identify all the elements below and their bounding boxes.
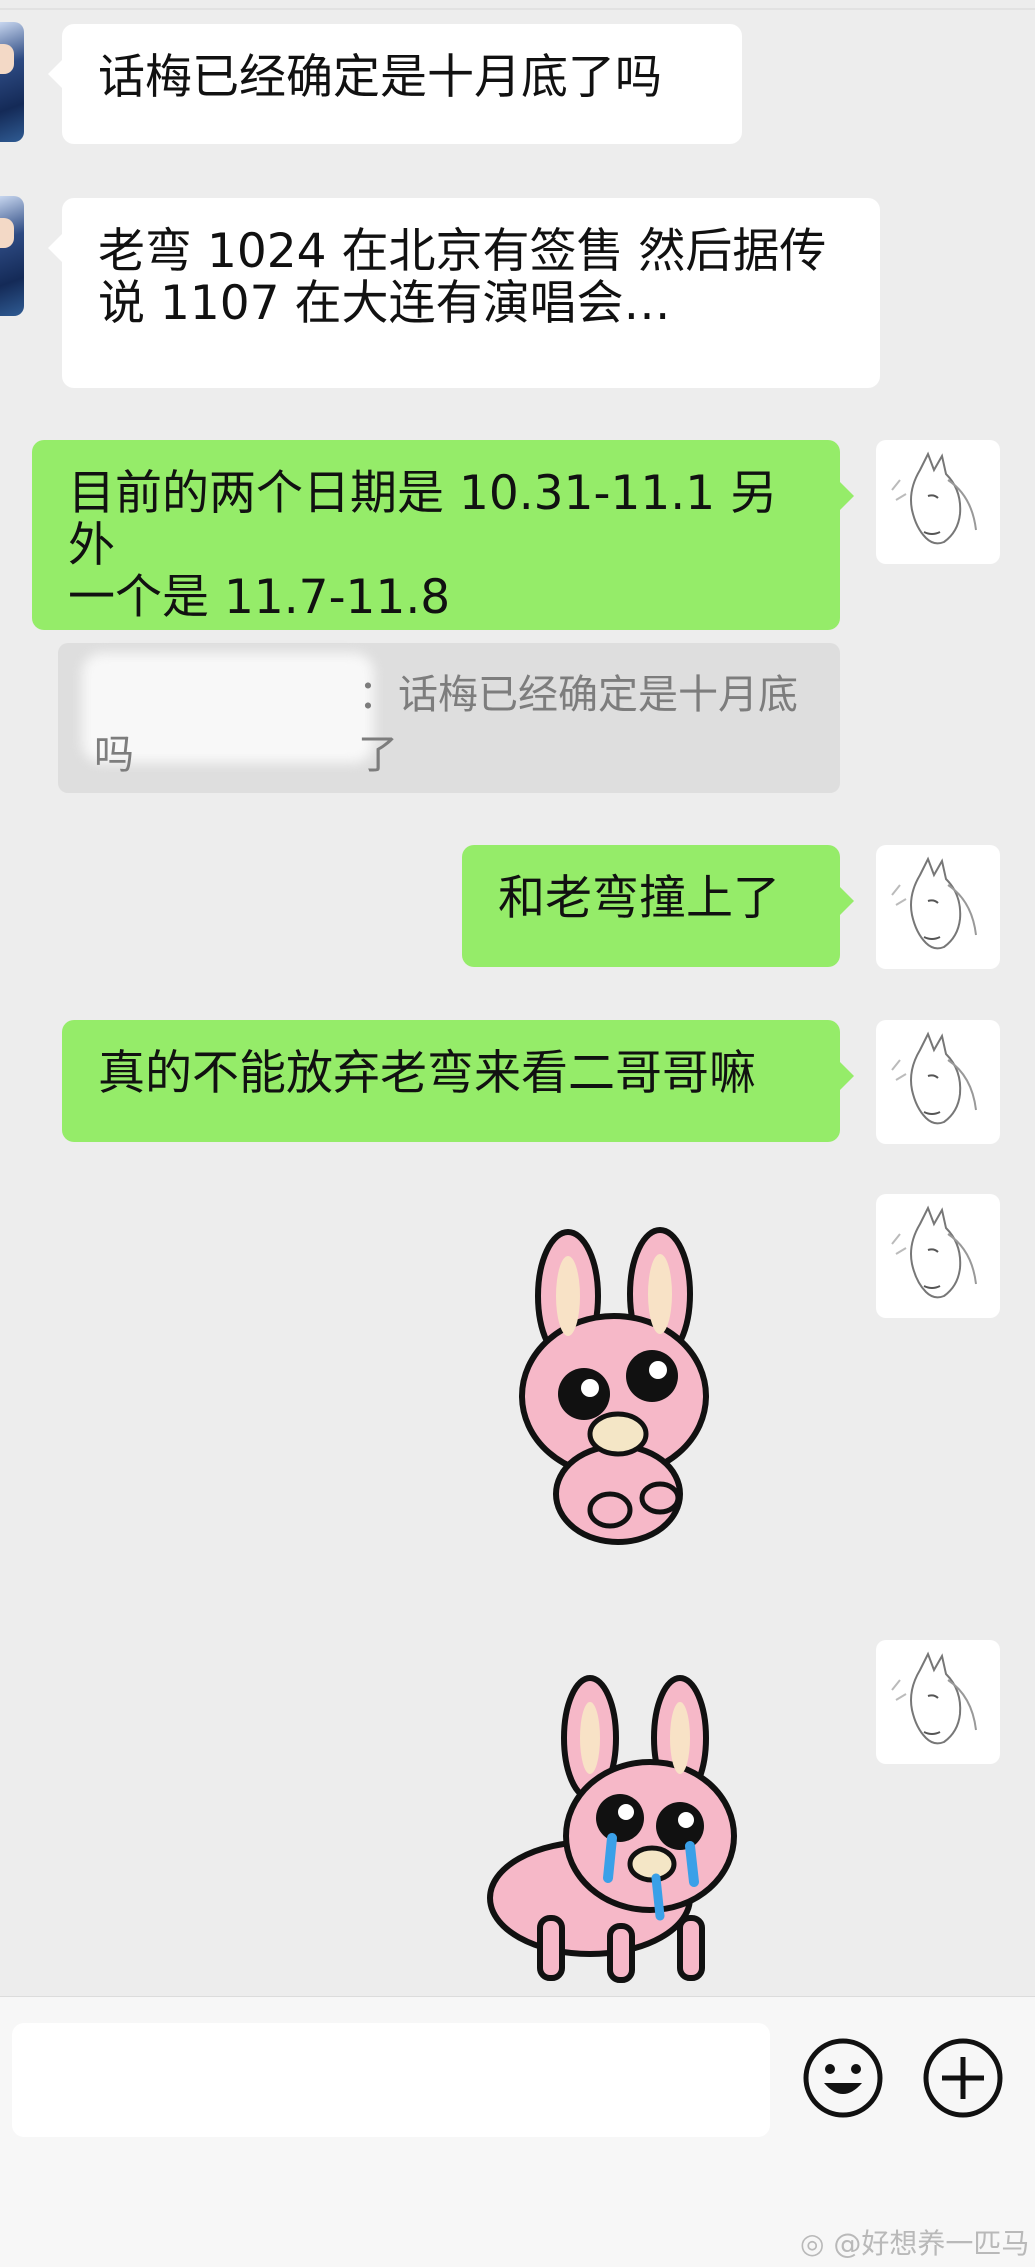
message-text-line: 老弯 1024 在北京有签售 然后据传 — [98, 224, 827, 279]
horse-avatar[interactable] — [876, 1640, 1000, 1764]
crying-rabbit-sticker[interactable] — [480, 1668, 760, 1988]
quoted-text: ：话梅已经确定是十月底了 — [358, 672, 798, 778]
watermark: ◎ @好想养一匹马 — [800, 2222, 1029, 2262]
horse-avatar-icon — [891, 856, 977, 950]
weibo-icon: ◎ — [800, 2227, 825, 2260]
message-bubble-left[interactable]: 老弯 1024 在北京有签售 然后据传 说 1107 在大连有演唱会… — [48, 198, 880, 388]
message-text: 真的不能放弃老弯来看二哥哥嘛 — [98, 1046, 756, 1101]
quoted-text: 吗 — [94, 732, 134, 778]
emoji-icon[interactable] — [802, 2037, 884, 2119]
message-text-line: 一个是 11.7-11.8 — [68, 570, 451, 625]
horse-avatar-icon — [891, 1205, 977, 1299]
divider — [0, 8, 1035, 10]
watermark-text: @好想养一匹马 — [833, 2227, 1030, 2260]
plus-icon[interactable] — [922, 2037, 1004, 2119]
message-bubble-right[interactable]: 真的不能放弃老弯来看二哥哥嘛 — [62, 1020, 854, 1142]
horse-avatar-icon — [891, 451, 977, 545]
horse-avatar-icon — [891, 1651, 977, 1745]
message-text-line: 说 1107 在大连有演唱会… — [98, 276, 671, 331]
horse-avatar[interactable] — [876, 1020, 1000, 1144]
contact-avatar[interactable] — [0, 196, 24, 316]
message-bubble-right[interactable]: 目前的两个日期是 10.31-11.1 另外 一个是 11.7-11.8 — [32, 440, 854, 630]
message-bubble-left[interactable]: 话梅已经确定是十月底了吗 — [48, 24, 742, 144]
message-text-line: 目前的两个日期是 10.31-11.1 另外 — [68, 466, 778, 573]
message-text: 话梅已经确定是十月底了吗 — [98, 50, 662, 105]
quoted-message[interactable]: ：话梅已经确定是十月底了 吗 — [58, 643, 840, 793]
message-bubble-right[interactable]: 和老弯撞上了 — [462, 845, 854, 967]
horse-avatar[interactable] — [876, 440, 1000, 564]
message-input[interactable] — [12, 2023, 770, 2137]
horse-avatar-icon — [891, 1031, 977, 1125]
horse-avatar[interactable] — [876, 1194, 1000, 1318]
chat-area: 话梅已经确定是十月底了吗 老弯 1024 在北京有签售 然后据传 说 1107 … — [0, 0, 1035, 1996]
horse-avatar[interactable] — [876, 845, 1000, 969]
contact-avatar[interactable] — [0, 22, 24, 142]
message-text: 和老弯撞上了 — [498, 871, 780, 926]
rabbit-sticker[interactable] — [510, 1226, 740, 1556]
